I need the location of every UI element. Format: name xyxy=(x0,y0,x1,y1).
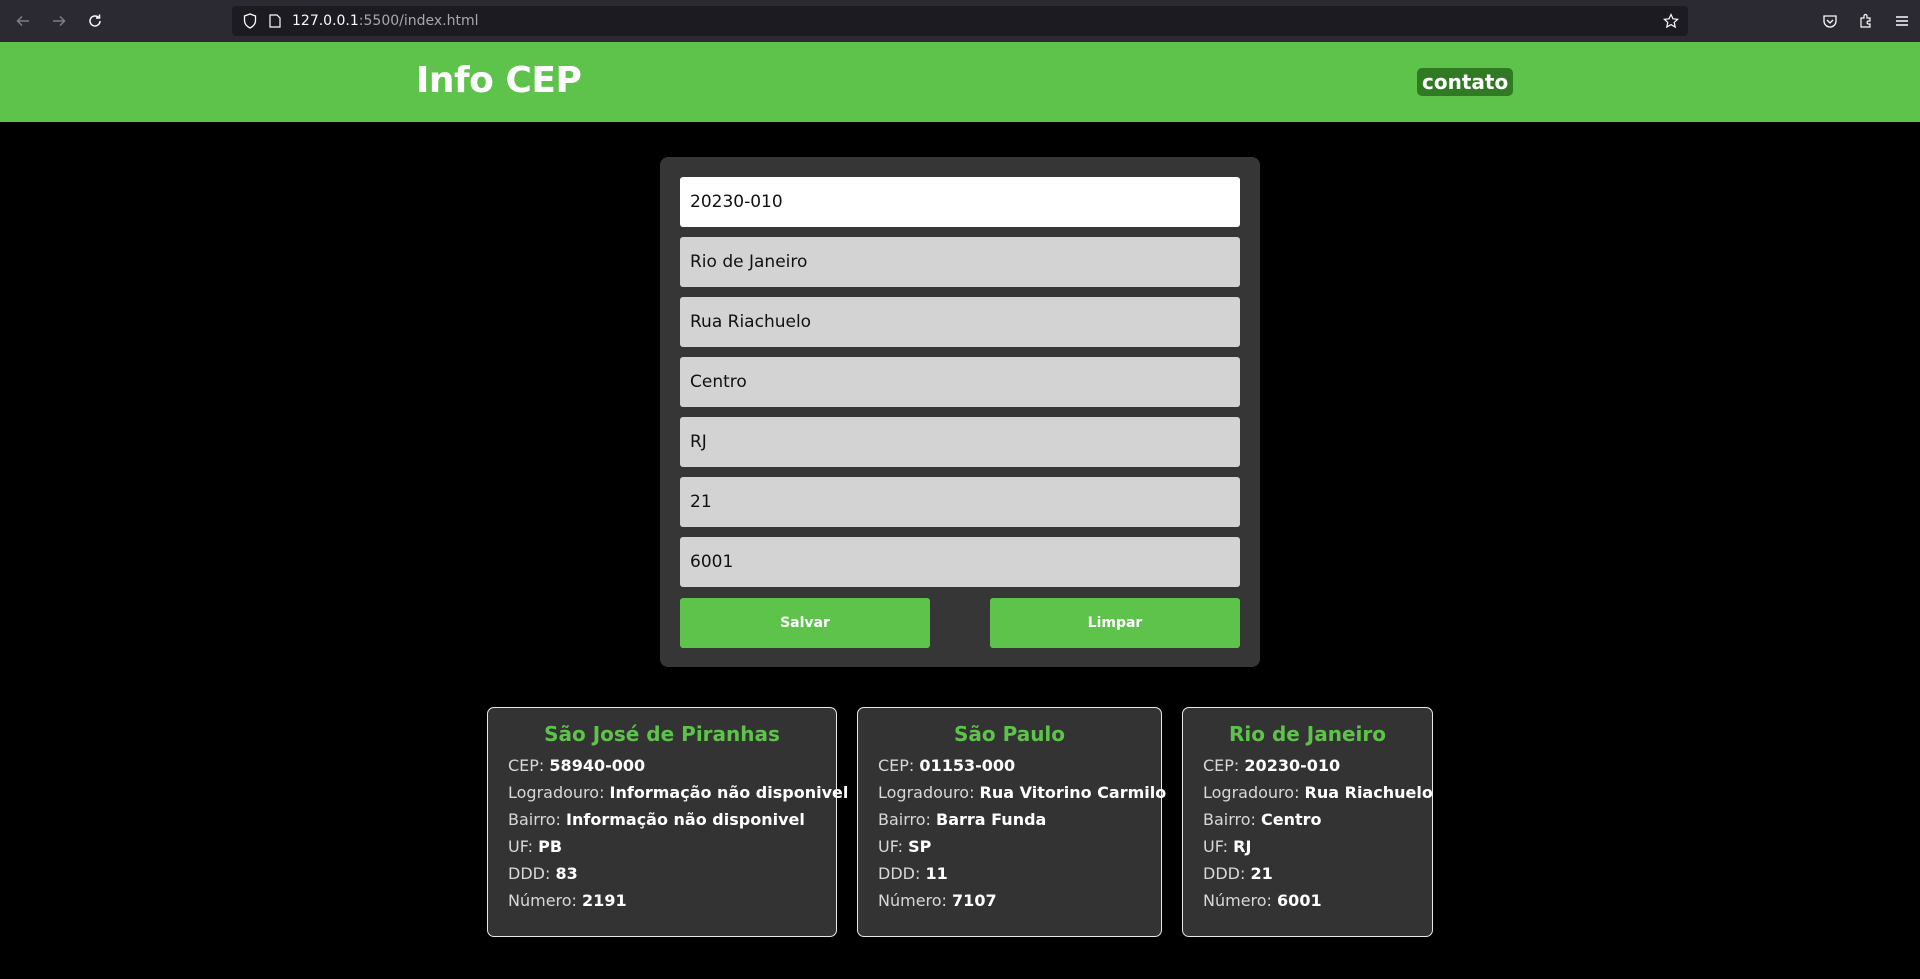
row-value: Centro xyxy=(1261,810,1322,829)
url-path: :5500/index.html xyxy=(358,13,479,29)
row-label: UF: xyxy=(878,837,904,856)
site-header: Info CEP contato xyxy=(0,42,1920,122)
card-row-numero: Número: 7107 xyxy=(878,887,1141,914)
result-card: São José de Piranhas CEP: 58940-000 Logr… xyxy=(487,707,848,937)
uf-input[interactable] xyxy=(680,417,1240,467)
row-value: 01153-000 xyxy=(919,756,1016,775)
row-label: DDD: xyxy=(878,864,921,883)
row-value: PB xyxy=(538,837,563,856)
row-label: CEP: xyxy=(1203,756,1240,775)
row-value: 7107 xyxy=(952,891,997,910)
extensions-icon[interactable] xyxy=(1848,0,1884,42)
row-value: 2191 xyxy=(582,891,627,910)
row-label: UF: xyxy=(1203,837,1229,856)
row-label: Número: xyxy=(878,891,947,910)
bookmark-star-icon[interactable] xyxy=(1662,12,1680,30)
row-label: Logradouro: xyxy=(508,783,605,802)
cidade-input[interactable] xyxy=(680,237,1240,287)
url-bar[interactable]: 127.0.0.1:5500/index.html xyxy=(232,6,1688,36)
numero-input[interactable] xyxy=(680,537,1240,587)
card-row-bairro: Bairro: Barra Funda xyxy=(878,806,1141,833)
pocket-icon[interactable] xyxy=(1812,0,1848,42)
logradouro-input[interactable] xyxy=(680,297,1240,347)
row-value: SP xyxy=(908,837,932,856)
card-title: São Paulo xyxy=(953,722,1066,746)
cep-form: Salvar Limpar xyxy=(660,157,1260,667)
card-row-logradouro: Logradouro: Informação não disponivel xyxy=(508,779,848,806)
result-card: São Paulo CEP: 01153-000 Logradouro: Rua… xyxy=(857,707,1166,937)
row-label: CEP: xyxy=(878,756,915,775)
browser-toolbar: 127.0.0.1:5500/index.html xyxy=(0,0,1920,42)
row-label: Bairro: xyxy=(508,810,561,829)
row-label: UF: xyxy=(508,837,534,856)
card-title: São José de Piranhas xyxy=(544,722,780,746)
forward-icon[interactable] xyxy=(41,0,77,42)
card-row-logradouro: Logradouro: Rua Vitorino Carmilo xyxy=(878,779,1166,806)
row-label: Número: xyxy=(508,891,577,910)
row-label: Bairro: xyxy=(878,810,931,829)
shield-icon[interactable] xyxy=(242,13,258,29)
row-label: Número: xyxy=(1203,891,1272,910)
card-row-numero: Número: 2191 xyxy=(508,887,816,914)
row-value: 20230-010 xyxy=(1244,756,1341,775)
card-row-cep: CEP: 58940-000 xyxy=(508,752,816,779)
card-row-uf: UF: PB xyxy=(508,833,816,860)
clear-button[interactable]: Limpar xyxy=(990,598,1240,648)
row-label: DDD: xyxy=(1203,864,1246,883)
row-label: Logradouro: xyxy=(1203,783,1300,802)
row-value: 11 xyxy=(925,864,948,883)
logo: Info CEP xyxy=(416,60,582,101)
card-row-logradouro: Logradouro: Rua Riachuelo xyxy=(1203,779,1433,806)
row-value: 6001 xyxy=(1277,891,1322,910)
row-value: Informação não disponivel xyxy=(609,783,849,802)
card-title: Rio de Janeiro xyxy=(1228,722,1386,746)
row-label: Logradouro: xyxy=(878,783,975,802)
result-card: Rio de Janeiro CEP: 20230-010 Logradouro… xyxy=(1182,707,1433,937)
save-button[interactable]: Salvar xyxy=(680,598,930,648)
url-text[interactable]: 127.0.0.1:5500/index.html xyxy=(292,13,479,29)
card-row-numero: Número: 6001 xyxy=(1203,887,1412,914)
back-icon[interactable] xyxy=(5,0,41,42)
row-label: CEP: xyxy=(508,756,545,775)
contact-link[interactable]: contato xyxy=(1417,68,1514,96)
row-label: DDD: xyxy=(508,864,551,883)
card-row-cep: CEP: 20230-010 xyxy=(1203,752,1412,779)
card-row-bairro: Bairro: Informação não disponivel xyxy=(508,806,816,833)
menu-icon[interactable] xyxy=(1884,0,1920,42)
page-icon xyxy=(268,13,282,29)
row-value: Informação não disponivel xyxy=(566,810,805,829)
row-label: Bairro: xyxy=(1203,810,1256,829)
reload-icon[interactable] xyxy=(77,0,113,42)
card-row-ddd: DDD: 83 xyxy=(508,860,816,887)
card-row-ddd: DDD: 21 xyxy=(1203,860,1412,887)
row-value: Rua Vitorino Carmilo xyxy=(979,783,1167,802)
card-row-bairro: Bairro: Centro xyxy=(1203,806,1412,833)
cep-input[interactable] xyxy=(680,177,1240,227)
row-value: Rua Riachuelo xyxy=(1304,783,1433,802)
row-value: Barra Funda xyxy=(936,810,1047,829)
url-host: 127.0.0.1 xyxy=(292,13,359,29)
card-row-cep: CEP: 01153-000 xyxy=(878,752,1141,779)
card-row-ddd: DDD: 11 xyxy=(878,860,1141,887)
ddd-input[interactable] xyxy=(680,477,1240,527)
row-value: RJ xyxy=(1233,837,1252,856)
row-value: 21 xyxy=(1250,864,1273,883)
card-row-uf: UF: RJ xyxy=(1203,833,1412,860)
row-value: 83 xyxy=(555,864,578,883)
card-row-uf: UF: SP xyxy=(878,833,1141,860)
row-value: 58940-000 xyxy=(549,756,646,775)
bairro-input[interactable] xyxy=(680,357,1240,407)
